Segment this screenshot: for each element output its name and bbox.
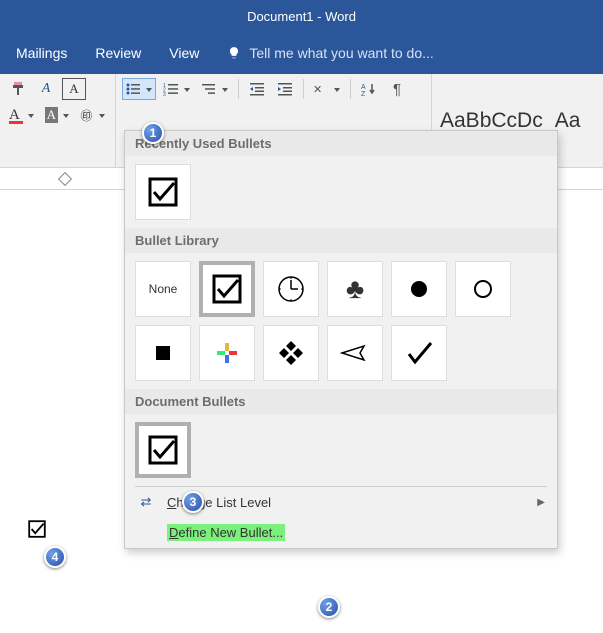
svg-text:✕: ✕ (313, 84, 322, 96)
ribbon-tabs: Mailings Review View Tell me what you wa… (0, 32, 603, 74)
document-bullets-row (125, 414, 557, 486)
bullet-checkbox[interactable] (199, 261, 255, 317)
annotation-badge-4: 4 (44, 546, 66, 568)
bullet-arrow[interactable] (327, 325, 383, 381)
change-level-icon: ⇄ (137, 494, 155, 510)
enclose-char-button[interactable]: ㊞ (77, 104, 109, 126)
font-group: A A A A ㊞ (0, 74, 116, 167)
define-new-bullet-label: Define New Bullet... (167, 524, 285, 541)
bullet-circle[interactable] (455, 261, 511, 317)
svg-text:3: 3 (163, 92, 166, 96)
bullet-club[interactable]: ♣ (327, 261, 383, 317)
recent-bullets-row (125, 156, 557, 228)
tab-view[interactable]: View (169, 45, 199, 61)
style-preview-1[interactable]: AaBbCcDc (440, 109, 543, 133)
bullet-fourcolor[interactable] (199, 325, 255, 381)
tab-review[interactable]: Review (95, 45, 141, 61)
bullet-square[interactable] (135, 325, 191, 381)
bullet-library-header: Bullet Library (125, 228, 557, 253)
numbering-button[interactable]: 123 (160, 78, 194, 100)
multilevel-list-button[interactable] (198, 78, 232, 100)
increase-indent-button[interactable] (273, 78, 297, 100)
title-bar: Document1 - Word (0, 0, 603, 32)
tab-mailings[interactable]: Mailings (16, 45, 67, 61)
bullet-checkmark[interactable] (391, 325, 447, 381)
bullet-disc[interactable] (391, 261, 447, 317)
bullet-checkbox[interactable] (135, 422, 191, 478)
bullet-library-row-1: None ♣ (125, 253, 557, 325)
bullets-dropdown: Recently Used Bullets Bullet Library Non… (124, 130, 558, 549)
separator (350, 79, 351, 99)
bullets-button[interactable] (122, 78, 156, 100)
svg-text:A: A (361, 84, 366, 91)
asian-layout-button[interactable]: ✕ (310, 78, 344, 100)
bullet-fourdiamond[interactable] (263, 325, 319, 381)
bullet-library-row-2 (125, 325, 557, 389)
clear-formatting-button[interactable]: A (34, 78, 58, 100)
document-bullet-checkbox (28, 520, 48, 540)
font-color-button[interactable]: A (6, 104, 38, 126)
style-preview-2[interactable]: Aa (555, 109, 581, 133)
indent-marker[interactable] (58, 171, 72, 185)
bullet-none[interactable]: None (135, 261, 191, 317)
text-highlight-button[interactable]: A (42, 104, 74, 126)
separator (238, 79, 239, 99)
lightbulb-icon (227, 46, 241, 60)
bullet-checkbox[interactable] (135, 164, 191, 220)
bullet-clock[interactable] (263, 261, 319, 317)
annotation-badge-1: 1 (142, 122, 164, 144)
character-border-button[interactable]: A (62, 78, 86, 100)
show-hide-button[interactable]: ¶ (385, 78, 409, 100)
document-title: Document1 - Word (247, 9, 356, 24)
define-new-bullet-item[interactable]: Define New Bullet... (125, 517, 557, 548)
format-painter-button[interactable] (6, 78, 30, 100)
recent-bullets-header: Recently Used Bullets (125, 131, 557, 156)
tell-me-placeholder: Tell me what you want to do... (249, 45, 433, 61)
submenu-arrow-icon: ▶ (537, 497, 545, 508)
separator (303, 79, 304, 99)
document-bullets-header: Document Bullets (125, 389, 557, 414)
svg-text:Z: Z (361, 91, 366, 96)
annotation-badge-3: 3 (182, 491, 204, 513)
tell-me-search[interactable]: Tell me what you want to do... (227, 45, 433, 61)
annotation-badge-2: 2 (318, 596, 340, 618)
sort-button[interactable]: AZ (357, 78, 381, 100)
decrease-indent-button[interactable] (245, 78, 269, 100)
